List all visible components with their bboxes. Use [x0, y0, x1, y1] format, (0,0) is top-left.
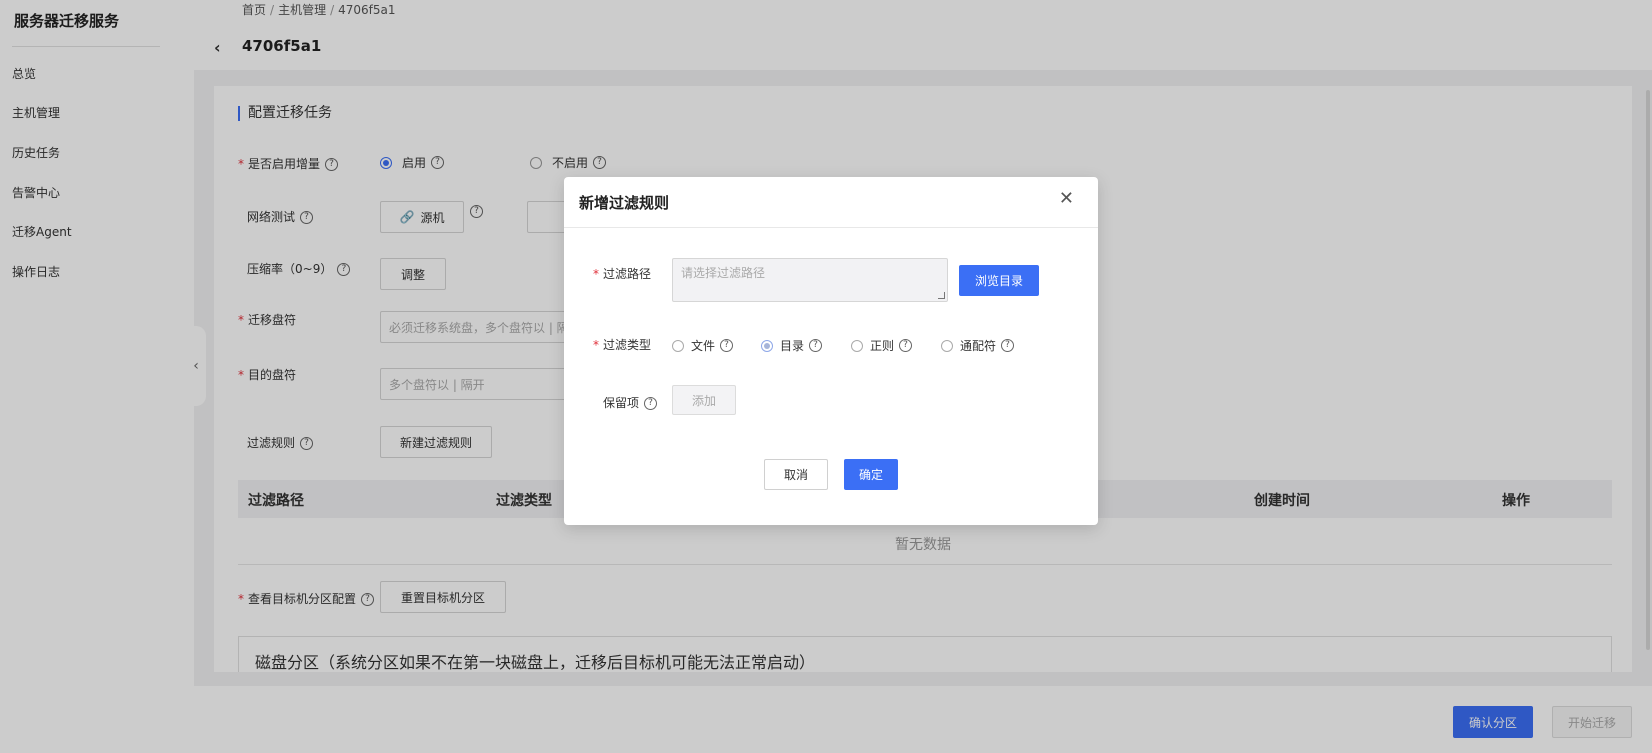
filter-path-label: * 过滤路径 — [593, 267, 652, 281]
radio-dot-icon — [851, 339, 863, 352]
radio-type-wildcard[interactable]: 通配符? — [941, 337, 1015, 354]
radio-dot-icon — [941, 339, 953, 352]
filter-path-input[interactable]: 请选择过滤路径 — [672, 258, 948, 302]
browse-directory-button[interactable]: 浏览目录 — [959, 265, 1039, 296]
dialog-title: 新增过滤规则 — [579, 194, 670, 212]
keep-items-label: 保留项? — [603, 394, 658, 411]
help-icon[interactable]: ? — [644, 397, 658, 410]
close-icon[interactable]: ✕ — [1059, 188, 1074, 209]
resize-handle-icon[interactable] — [938, 292, 945, 299]
add-filter-rule-dialog: 新增过滤规则 ✕ * 过滤路径 请选择过滤路径 浏览目录 * 过滤类型 文件? 目录… — [564, 177, 1098, 525]
radio-type-file[interactable]: 文件? — [672, 337, 734, 354]
radio-dot-icon — [672, 339, 684, 352]
radio-type-directory[interactable]: 目录? — [761, 337, 823, 354]
filter-type-label: * 过滤类型 — [593, 338, 652, 352]
help-icon[interactable]: ? — [809, 339, 823, 352]
radio-dot-icon — [761, 339, 773, 352]
help-icon[interactable]: ? — [1001, 339, 1015, 352]
required-mark: * — [593, 267, 599, 281]
cancel-button[interactable]: 取消 — [764, 459, 828, 490]
radio-type-regex[interactable]: 正则? — [851, 337, 913, 354]
help-icon[interactable]: ? — [899, 339, 913, 352]
dialog-divider — [564, 227, 1098, 228]
required-mark: * — [593, 338, 599, 352]
confirm-button[interactable]: 确定 — [844, 459, 898, 490]
help-icon[interactable]: ? — [720, 339, 734, 352]
add-keep-item-button[interactable]: 添加 — [672, 385, 736, 415]
